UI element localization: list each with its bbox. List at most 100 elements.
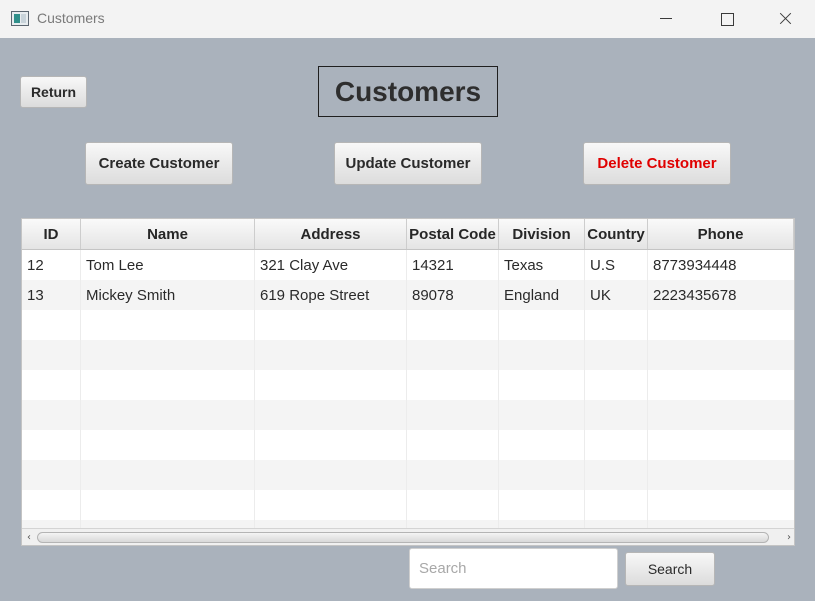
chevron-right-icon[interactable]: › (782, 529, 794, 545)
empty-table-row (22, 340, 794, 370)
empty-cell (585, 310, 648, 340)
empty-cell (499, 430, 585, 460)
empty-cell (585, 430, 648, 460)
empty-cell (499, 460, 585, 490)
empty-cell (585, 370, 648, 400)
minimize-button[interactable] (645, 0, 691, 38)
empty-cell (81, 490, 255, 520)
table-body: 12 Tom Lee 321 Clay Ave 14321 Texas U.S … (22, 250, 794, 545)
empty-cell (499, 370, 585, 400)
empty-table-row (22, 490, 794, 520)
empty-cell (22, 340, 81, 370)
empty-cell (255, 370, 407, 400)
empty-cell (22, 400, 81, 430)
empty-cell (648, 340, 794, 370)
column-header-id[interactable]: ID (22, 219, 81, 249)
empty-cell (81, 340, 255, 370)
empty-cell (407, 370, 499, 400)
empty-cell (648, 400, 794, 430)
app-window-icon (11, 11, 29, 26)
table-row[interactable]: 12 Tom Lee 321 Clay Ave 14321 Texas U.S … (22, 250, 794, 280)
page-title: Customers (318, 66, 498, 117)
cell-division: Texas (499, 250, 585, 280)
cell-name: Tom Lee (81, 250, 255, 280)
empty-table-row (22, 310, 794, 340)
empty-cell (499, 400, 585, 430)
cell-country: UK (585, 280, 648, 310)
cell-phone: 8773934448 (648, 250, 794, 280)
cell-id: 12 (22, 250, 81, 280)
empty-cell (585, 460, 648, 490)
empty-cell (255, 310, 407, 340)
empty-cell (81, 430, 255, 460)
empty-cell (81, 310, 255, 340)
delete-customer-button[interactable]: Delete Customer (583, 142, 731, 185)
empty-cell (585, 340, 648, 370)
title-bar: Customers (0, 0, 815, 38)
column-header-division[interactable]: Division (499, 219, 585, 249)
table-header: ID Name Address Postal Code Division Cou… (22, 219, 794, 250)
cell-country: U.S (585, 250, 648, 280)
window-title: Customers (37, 10, 105, 26)
empty-cell (255, 490, 407, 520)
column-header-name[interactable]: Name (81, 219, 255, 249)
empty-cell (81, 370, 255, 400)
chevron-left-icon[interactable]: ‹ (22, 529, 36, 545)
scrollbar-thumb[interactable] (37, 532, 769, 543)
empty-cell (499, 340, 585, 370)
empty-table-row (22, 400, 794, 430)
cell-name: Mickey Smith (81, 280, 255, 310)
cell-phone: 2223435678 (648, 280, 794, 310)
column-header-address[interactable]: Address (255, 219, 407, 249)
column-header-postal-code[interactable]: Postal Code (407, 219, 499, 249)
empty-cell (22, 310, 81, 340)
empty-cell (255, 400, 407, 430)
empty-table-row (22, 370, 794, 400)
empty-cell (585, 400, 648, 430)
customers-window: Customers Return Customers Create Custom… (0, 0, 815, 601)
cell-address: 619 Rope Street (255, 280, 407, 310)
empty-cell (22, 460, 81, 490)
empty-cell (499, 310, 585, 340)
customers-table[interactable]: ID Name Address Postal Code Division Cou… (21, 218, 795, 546)
empty-cell (407, 400, 499, 430)
empty-cell (407, 460, 499, 490)
cell-id: 13 (22, 280, 81, 310)
create-customer-button[interactable]: Create Customer (85, 142, 233, 185)
empty-cell (648, 490, 794, 520)
empty-cell (585, 490, 648, 520)
empty-cell (407, 430, 499, 460)
empty-cell (407, 310, 499, 340)
empty-cell (22, 490, 81, 520)
column-header-country[interactable]: Country (585, 219, 648, 249)
empty-cell (255, 460, 407, 490)
cell-division: England (499, 280, 585, 310)
empty-cell (499, 490, 585, 520)
update-customer-button[interactable]: Update Customer (334, 142, 482, 185)
empty-cell (81, 400, 255, 430)
cell-postal-code: 89078 (407, 280, 499, 310)
cell-address: 321 Clay Ave (255, 250, 407, 280)
empty-cell (648, 460, 794, 490)
close-button[interactable] (762, 0, 808, 38)
table-row[interactable]: 13 Mickey Smith 619 Rope Street 89078 En… (22, 280, 794, 310)
search-button[interactable]: Search (625, 552, 715, 586)
return-button[interactable]: Return (20, 76, 87, 108)
empty-cell (648, 430, 794, 460)
empty-cell (648, 310, 794, 340)
maximize-button[interactable] (703, 0, 749, 38)
empty-cell (648, 370, 794, 400)
empty-cell (255, 340, 407, 370)
search-input[interactable] (409, 548, 618, 589)
horizontal-scrollbar[interactable]: ‹ › (22, 528, 794, 545)
column-header-phone[interactable]: Phone (648, 219, 794, 249)
empty-table-row (22, 460, 794, 490)
empty-cell (407, 340, 499, 370)
empty-cell (407, 490, 499, 520)
empty-table-row (22, 430, 794, 460)
empty-cell (81, 460, 255, 490)
empty-cell (255, 430, 407, 460)
cell-postal-code: 14321 (407, 250, 499, 280)
empty-cell (22, 430, 81, 460)
empty-cell (22, 370, 81, 400)
